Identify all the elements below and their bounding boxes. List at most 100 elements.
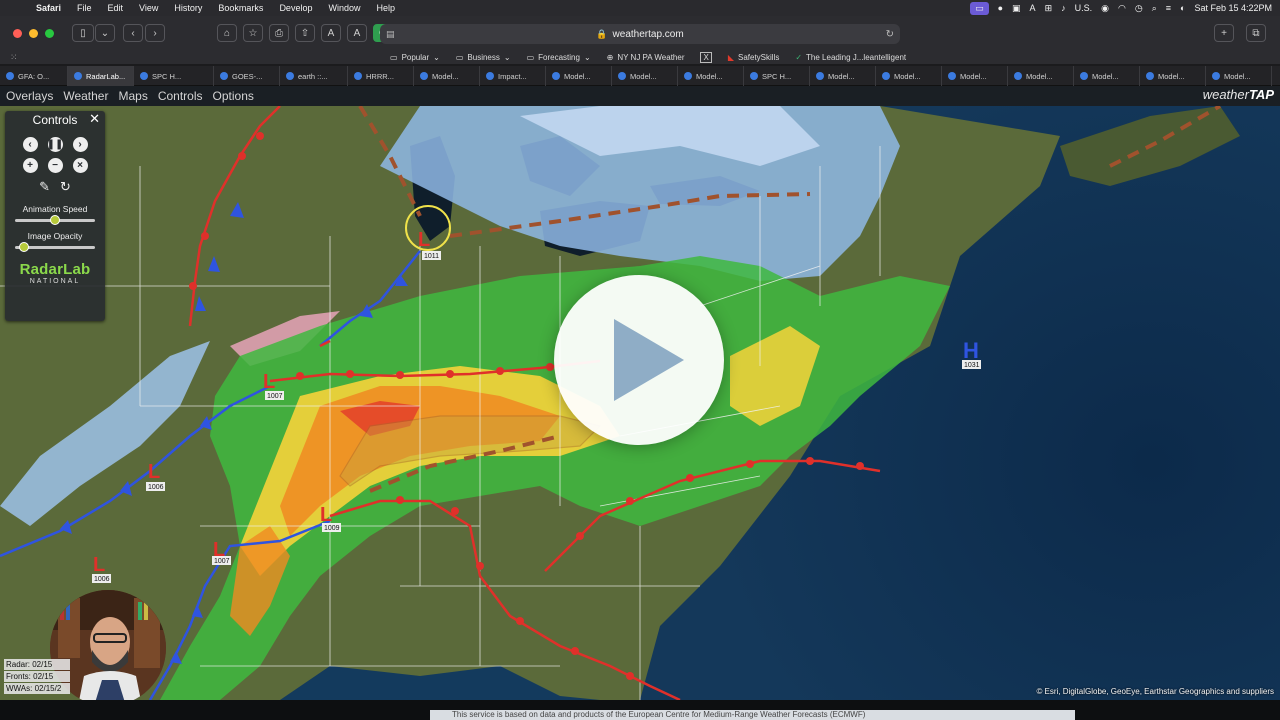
wifi-icon[interactable]: ◠ <box>1118 3 1126 14</box>
favorite-popular[interactable]: ▭ Popular ⌄ <box>390 53 440 62</box>
slider-knob[interactable] <box>18 242 29 252</box>
home-icon[interactable]: ⌂ <box>217 24 237 42</box>
step-back-button[interactable]: ‹ <box>22 137 38 152</box>
sidebar-icon[interactable]: ▯ <box>72 24 94 42</box>
menu-view[interactable]: View <box>131 3 166 13</box>
minimize-window-button[interactable] <box>29 28 38 38</box>
nav-overlays[interactable]: Overlays <box>6 89 53 103</box>
menu-file[interactable]: File <box>69 3 100 13</box>
menu-develop[interactable]: Develop <box>271 3 320 13</box>
pressure-label-1031: 1031 <box>964 362 980 369</box>
zoom-window-button[interactable] <box>45 28 54 38</box>
menu-edit[interactable]: Edit <box>100 3 132 13</box>
step-forward-button[interactable]: › <box>72 137 88 152</box>
browser-tab[interactable]: RadarLab... <box>68 66 134 86</box>
tab-overview-icon[interactable]: ⧉ <box>1246 24 1266 42</box>
favorite-safetyskills[interactable]: ◣ SafetySkills <box>728 53 780 62</box>
weathertap-logo[interactable]: weatherTAP <box>1203 87 1274 102</box>
image-opacity-slider[interactable] <box>15 242 95 252</box>
menu-help[interactable]: Help <box>368 3 403 13</box>
browser-tab[interactable]: Model... <box>1074 66 1140 86</box>
display-status-icon[interactable]: ⊞ <box>1045 3 1053 14</box>
browser-tab[interactable]: GFA: O... <box>0 66 68 86</box>
pencil-icon[interactable]: ✎ <box>39 179 50 195</box>
volume-icon[interactable]: ♪ <box>1061 3 1066 13</box>
search-icon[interactable]: ⌕ <box>1152 3 1157 14</box>
close-icon[interactable]: ✕ <box>89 111 100 127</box>
favorite-ny-nj-pa[interactable]: ⊕ NY NJ PA Weather <box>607 53 685 62</box>
text-smaller-button[interactable]: A <box>321 24 341 42</box>
browser-tab[interactable]: SPC H... <box>134 66 214 86</box>
tab-favicon-icon <box>74 72 82 80</box>
refresh-icon[interactable]: ↻ <box>60 179 71 195</box>
browser-tab[interactable]: Model... <box>678 66 744 86</box>
zoom-status-icon[interactable]: ● <box>998 3 1003 13</box>
zoom-in-button[interactable]: + <box>22 158 38 173</box>
new-tab-button[interactable]: + <box>1214 24 1234 42</box>
browser-tab[interactable]: SPC H... <box>744 66 810 86</box>
tab-label: SPC H... <box>152 71 182 81</box>
reload-icon[interactable]: ↻ <box>886 29 894 40</box>
bookmark-star-icon[interactable]: ☆ <box>243 24 263 42</box>
browser-tab[interactable]: Model... <box>942 66 1008 86</box>
browser-tab[interactable]: Model... <box>1140 66 1206 86</box>
back-button[interactable]: ‹ <box>123 24 143 42</box>
radarlab-logo: RadarLab <box>19 261 91 278</box>
menubar-clock[interactable]: Sat Feb 15 4:22PM <box>1194 3 1272 13</box>
screen-share-icon[interactable]: ▭ <box>970 1 989 15</box>
menu-bookmarks[interactable]: Bookmarks <box>210 3 271 13</box>
browser-tab[interactable]: earth ::... <box>280 66 348 86</box>
browser-tab[interactable]: Model... <box>612 66 678 86</box>
browser-tab[interactable]: GOES-... <box>214 66 280 86</box>
share-icon[interactable]: ⇧ <box>295 24 315 42</box>
user-icon[interactable]: ◉ <box>1101 3 1109 14</box>
browser-tab[interactable]: Model... <box>1008 66 1074 86</box>
siri-icon[interactable]: ◐ <box>1180 3 1185 13</box>
radarlab-sub: NATIONAL <box>29 278 81 285</box>
animation-speed-slider[interactable] <box>15 215 95 225</box>
tab-favicon-icon <box>1080 72 1088 80</box>
menu-app-name[interactable]: Safari <box>28 3 69 13</box>
browser-tab[interactable]: Model... <box>546 66 612 86</box>
chevron-down-icon[interactable]: ⌄ <box>95 24 115 42</box>
browser-tab[interactable]: Model... <box>876 66 942 86</box>
page-menu-icon[interactable]: ▤ <box>386 29 395 40</box>
menu-window[interactable]: Window <box>320 3 368 13</box>
photo-status-icon[interactable]: ▣ <box>1012 3 1021 14</box>
traffic-lights <box>13 28 54 38</box>
close-window-button[interactable] <box>13 28 22 38</box>
nav-options[interactable]: Options <box>213 89 254 103</box>
nav-controls[interactable]: Controls <box>158 89 203 103</box>
browser-tab[interactable]: Model... <box>1206 66 1272 86</box>
control-center-icon[interactable]: ≡ <box>1166 3 1171 13</box>
browser-tab[interactable]: Model... <box>810 66 876 86</box>
folder-icon: ▭ <box>526 52 535 62</box>
zoom-out-button[interactable]: − <box>47 158 63 173</box>
favorite-business[interactable]: ▭ Business ⌄ <box>456 53 511 62</box>
high-pressure-marker: H <box>963 338 979 363</box>
low-marker-6: L <box>93 554 105 576</box>
favorite-leading[interactable]: ✓ The Leading J...leantelligent <box>795 53 906 62</box>
tab-bar: GFA: O... RadarLab... SPC H... GOES-... eart… <box>0 66 1280 86</box>
address-text[interactable]: weathertap.com <box>613 29 684 40</box>
browser-tab[interactable]: Impact... <box>480 66 546 86</box>
font-status-icon[interactable]: A <box>1030 3 1036 13</box>
video-play-button[interactable] <box>554 275 724 445</box>
clear-button[interactable]: × <box>72 158 88 173</box>
address-bar[interactable]: ▤ 🔒 weathertap.com ↻ <box>380 24 900 44</box>
input-source[interactable]: U.S. <box>1075 3 1093 13</box>
grid-icon[interactable]: ⁙ <box>10 52 390 63</box>
browser-tab[interactable]: Model... <box>414 66 480 86</box>
time-machine-icon[interactable]: ◷ <box>1135 3 1143 14</box>
menu-history[interactable]: History <box>166 3 210 13</box>
favorite-forecasting[interactable]: ▭ Forecasting ⌄ <box>527 53 591 62</box>
forward-button[interactable]: › <box>145 24 165 42</box>
browser-tab[interactable]: HRRR... <box>348 66 414 86</box>
nav-maps[interactable]: Maps <box>118 89 147 103</box>
print-icon[interactable]: ⎙ <box>269 24 289 42</box>
slider-knob[interactable] <box>50 215 60 225</box>
pause-button[interactable]: ❚❚ <box>47 137 63 152</box>
text-larger-button[interactable]: A <box>347 24 367 42</box>
favorite-x[interactable]: X <box>700 51 712 63</box>
nav-weather[interactable]: Weather <box>63 89 108 103</box>
